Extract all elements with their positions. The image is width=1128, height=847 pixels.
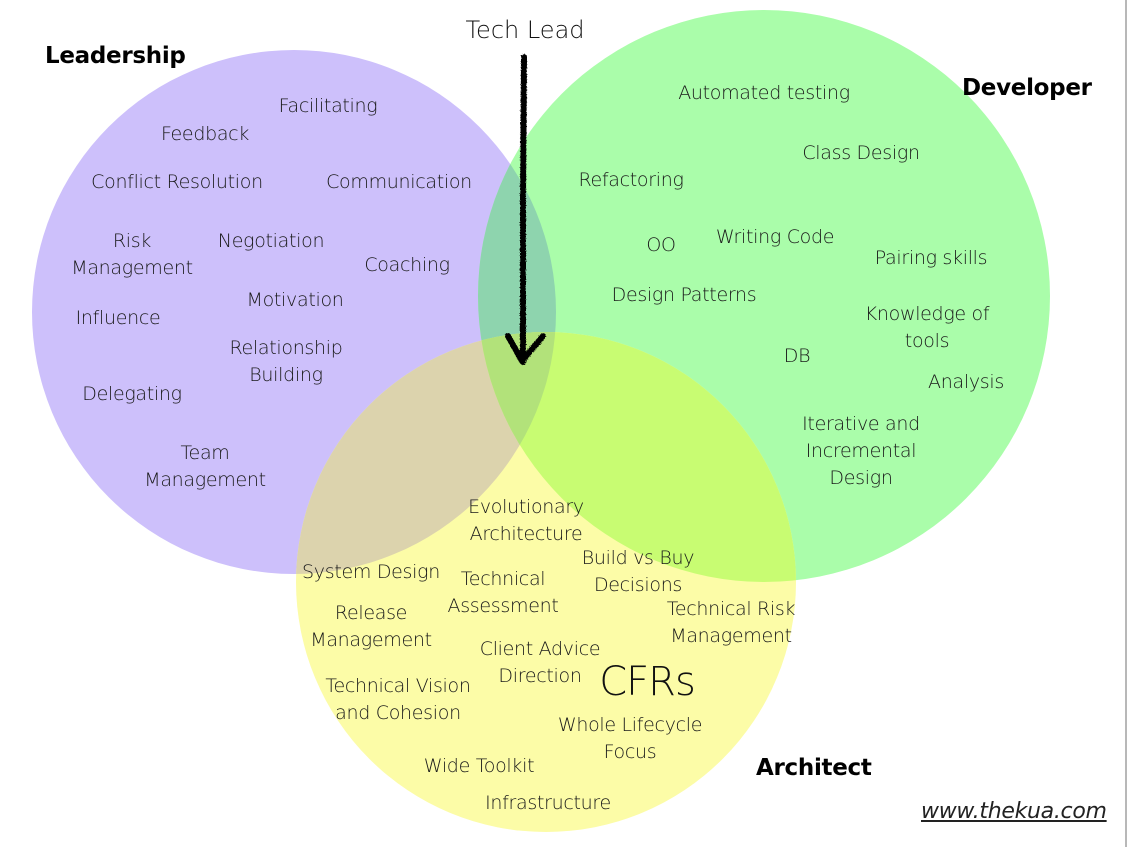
skill-label: Infrastructure [485, 792, 611, 814]
skill-label: Iterative and Incremental Design [802, 413, 920, 489]
skill-label: Risk Management [71, 230, 193, 279]
cfrs-label: CFRs [599, 659, 696, 705]
skill-label: Relationship Building [229, 337, 343, 386]
skill-label: Evolutionary Architecture [468, 496, 584, 545]
skill-label: Conflict Resolution [91, 171, 263, 193]
leadership-heading: Leadership [45, 43, 186, 69]
skill-label: Client Advice Direction [479, 638, 601, 687]
skill-label: Pairing skills [874, 247, 988, 269]
skill-label: Communication [326, 171, 472, 193]
skill-label: Build vs Buy Decisions [581, 547, 695, 596]
skill-label: Knowledge of tools [864, 303, 990, 352]
skill-label: Influence [75, 307, 161, 329]
skill-label: Writing Code [715, 226, 835, 248]
skill-label: Motivation [246, 289, 344, 311]
skill-label: Technical Vision and Cohesion [325, 675, 471, 724]
skill-label: System Design [302, 561, 440, 583]
developer-heading: Developer [962, 75, 1092, 101]
skill-label: Analysis [928, 371, 1004, 393]
skill-label: Release Management [310, 602, 432, 651]
tech-lead-title: Tech Lead [465, 16, 585, 44]
arrow-shaft [520, 54, 527, 365]
skill-label: Facilitating [278, 95, 378, 117]
skill-label: Delegating [82, 383, 182, 405]
website-link[interactable]: www.thekua.com [921, 799, 1107, 824]
skill-label: Automated testing [678, 82, 850, 104]
skill-label: DB [783, 345, 811, 367]
architect-heading: Architect [756, 755, 872, 781]
skill-label: Team Management [144, 442, 266, 491]
skill-label: Negotiation [217, 230, 325, 252]
skill-label: Wide Toolkit [423, 755, 535, 777]
skill-label: Class Design [802, 142, 920, 164]
skill-label: Design Patterns [611, 284, 757, 306]
skill-label: Whole Lifecycle Focus [557, 714, 703, 763]
skill-label: Refactoring [578, 169, 684, 191]
skill-label: Technical Risk Management [666, 598, 796, 647]
page-border [1125, 0, 1127, 847]
skill-label: Feedback [160, 123, 250, 145]
skill-label: Coaching [364, 254, 450, 276]
skill-label: OO [646, 234, 676, 256]
skill-label: Technical Assessment [447, 568, 559, 617]
